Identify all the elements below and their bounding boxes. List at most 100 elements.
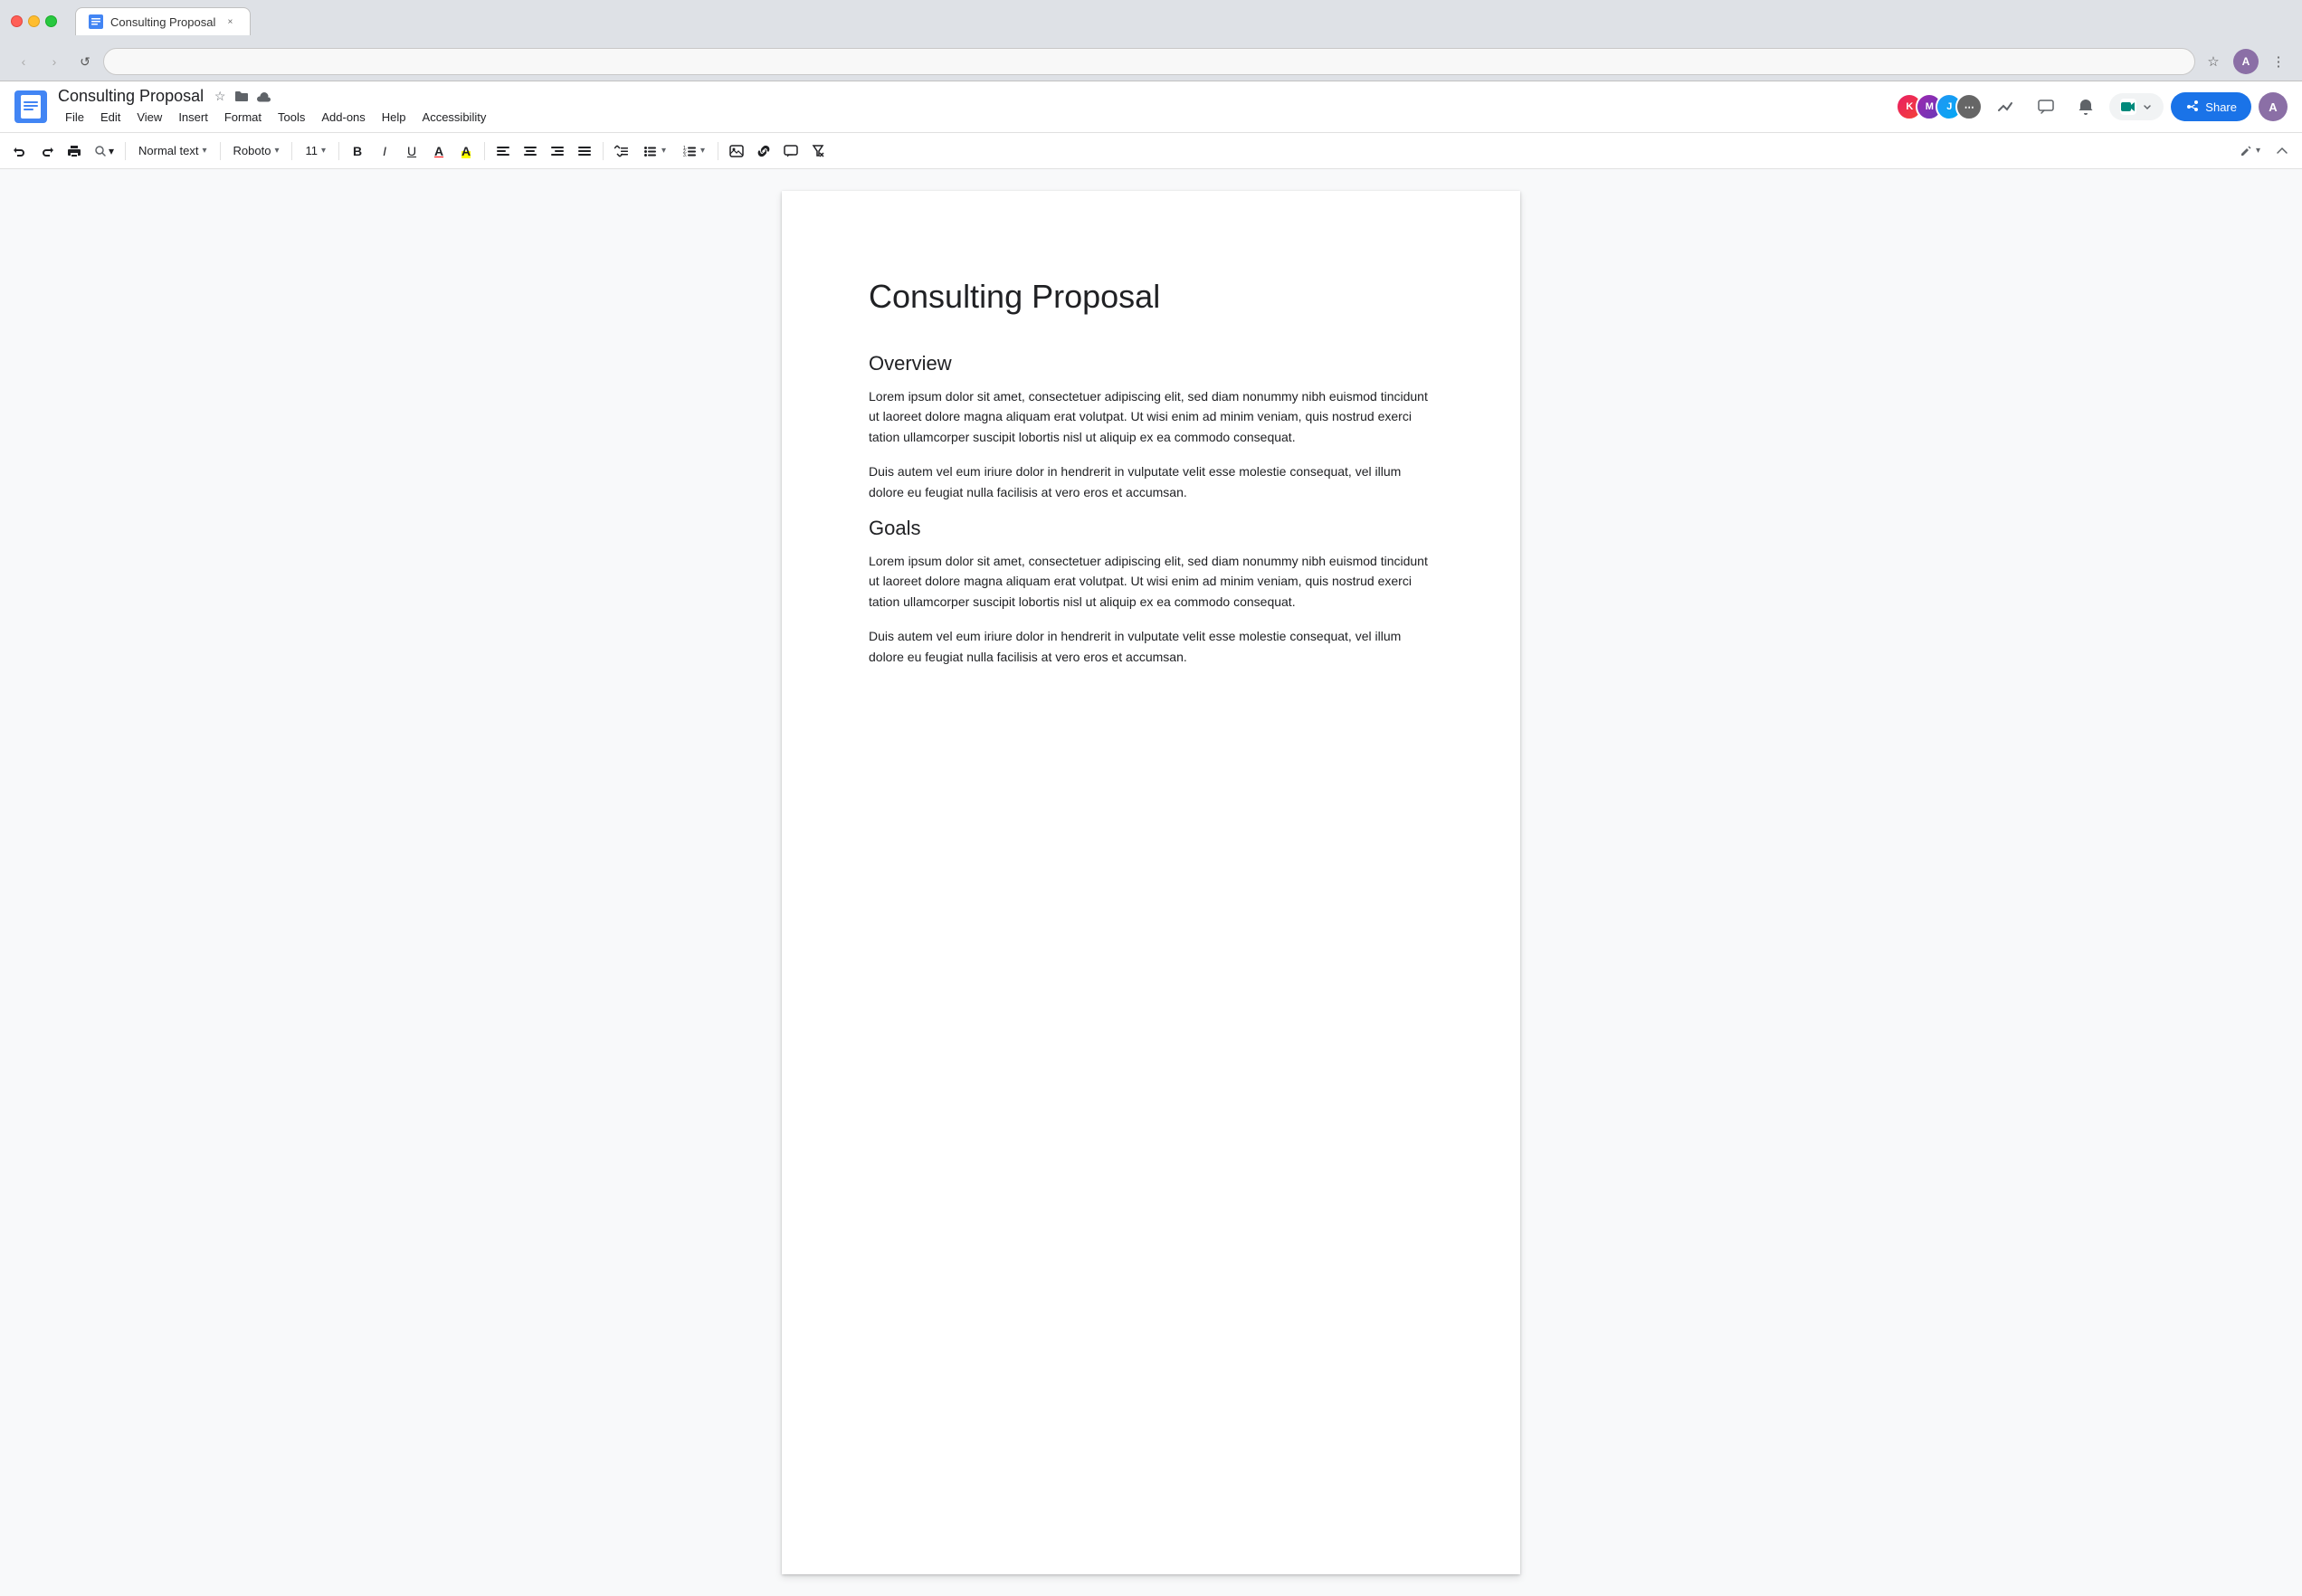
browser-chrome: Consulting Proposal × ‹ › ↺ ☆ A ⋮ bbox=[0, 0, 2302, 81]
browser-nav-right: ☆ A ⋮ bbox=[2201, 49, 2291, 74]
tab-close-button[interactable]: × bbox=[223, 14, 237, 29]
collaborator-avatar-4[interactable]: ⋯ bbox=[1955, 93, 1983, 120]
font-dropdown[interactable]: Roboto ▾ bbox=[226, 138, 287, 164]
analytics-button[interactable] bbox=[1990, 90, 2022, 123]
folder-icon[interactable] bbox=[233, 88, 251, 106]
zoom-control[interactable]: ▾ bbox=[89, 138, 119, 164]
cloud-icon[interactable] bbox=[254, 88, 272, 106]
toolbar-right: ▾ bbox=[2232, 138, 2295, 164]
share-button-label: Share bbox=[2205, 100, 2237, 114]
traffic-lights bbox=[11, 15, 57, 27]
insert-image-button[interactable] bbox=[724, 138, 749, 164]
text-style-arrow: ▾ bbox=[203, 146, 207, 156]
maximize-window-button[interactable] bbox=[45, 15, 57, 27]
docs-page[interactable]: Consulting Proposal Overview Lorem ipsum… bbox=[782, 191, 1520, 1574]
overview-paragraph-1: Lorem ipsum dolor sit amet, consectetuer… bbox=[869, 386, 1433, 447]
close-window-button[interactable] bbox=[11, 15, 23, 27]
align-right-button[interactable] bbox=[545, 138, 570, 164]
menu-edit[interactable]: Edit bbox=[93, 108, 128, 127]
menu-tools[interactable]: Tools bbox=[271, 108, 312, 127]
line-spacing-button[interactable] bbox=[609, 138, 634, 164]
menu-view[interactable]: View bbox=[129, 108, 169, 127]
menu-insert[interactable]: Insert bbox=[171, 108, 215, 127]
menu-format[interactable]: Format bbox=[217, 108, 269, 127]
redo-button[interactable] bbox=[34, 138, 60, 164]
print-button[interactable] bbox=[62, 138, 87, 164]
bullet-list-arrow: ▾ bbox=[661, 146, 666, 156]
docs-app: Consulting Proposal ☆ Fi bbox=[0, 81, 2302, 1596]
user-avatar[interactable]: A bbox=[2259, 92, 2288, 121]
toolbar-sep-1 bbox=[125, 142, 126, 160]
menu-accessibility[interactable]: Accessibility bbox=[415, 108, 494, 127]
toolbar-sep-5 bbox=[484, 142, 485, 160]
reload-button[interactable]: ↺ bbox=[72, 49, 98, 74]
docs-title-row: Consulting Proposal ☆ bbox=[58, 87, 1885, 106]
font-size-dropdown[interactable]: 11 ▾ bbox=[298, 138, 333, 164]
tab-title: Consulting Proposal bbox=[110, 15, 215, 29]
share-button[interactable]: Share bbox=[2171, 92, 2251, 121]
browser-more-button[interactable]: ⋮ bbox=[2266, 49, 2291, 74]
browser-profile-avatar[interactable]: A bbox=[2233, 49, 2259, 74]
editing-mode-dropdown[interactable]: ▾ bbox=[2232, 138, 2268, 164]
minimize-window-button[interactable] bbox=[28, 15, 40, 27]
editing-mode-arrow: ▾ bbox=[2256, 146, 2260, 156]
align-left-button[interactable] bbox=[490, 138, 516, 164]
svg-text:3.: 3. bbox=[683, 153, 687, 158]
section-heading-goals: Goals bbox=[869, 517, 1433, 540]
document-main-title: Consulting Proposal bbox=[869, 278, 1433, 316]
numbered-list-dropdown[interactable]: 1. 2. 3. ▾ bbox=[675, 138, 712, 164]
docs-header: Consulting Proposal ☆ Fi bbox=[0, 81, 2302, 133]
highlight-button[interactable]: A bbox=[453, 138, 479, 164]
font-label: Roboto bbox=[233, 144, 271, 157]
undo-button[interactable] bbox=[7, 138, 33, 164]
docs-menu: File Edit View Insert Format Tools Add-o… bbox=[58, 108, 1885, 127]
bookmark-button[interactable]: ☆ bbox=[2201, 49, 2226, 74]
docs-title-area: Consulting Proposal ☆ Fi bbox=[58, 87, 1885, 127]
font-size-label: 11 bbox=[305, 144, 318, 157]
insert-link-button[interactable] bbox=[751, 138, 776, 164]
menu-file[interactable]: File bbox=[58, 108, 91, 127]
docs-header-right: K M J ⋯ bbox=[1896, 90, 2288, 123]
browser-titlebar: Consulting Proposal × bbox=[0, 0, 2302, 43]
docs-app-icon[interactable] bbox=[14, 90, 47, 123]
tab-bar: Consulting Proposal × bbox=[75, 7, 2291, 35]
collaborator-avatars: K M J ⋯ bbox=[1896, 93, 1983, 120]
docs-sidebar-right bbox=[2266, 169, 2302, 1596]
menu-addons[interactable]: Add-ons bbox=[314, 108, 372, 127]
toolbar-sep-2 bbox=[220, 142, 221, 160]
docs-title-icons: ☆ bbox=[211, 88, 272, 106]
goals-paragraph-1: Lorem ipsum dolor sit amet, consectetuer… bbox=[869, 551, 1433, 612]
docs-content[interactable]: Consulting Proposal Overview Lorem ipsum… bbox=[36, 169, 2266, 1596]
expand-toolbar-button[interactable] bbox=[2269, 138, 2295, 164]
clear-formatting-button[interactable] bbox=[805, 138, 831, 164]
text-style-dropdown[interactable]: Normal text ▾ bbox=[131, 138, 214, 164]
section-heading-overview: Overview bbox=[869, 352, 1433, 375]
star-icon[interactable]: ☆ bbox=[211, 88, 229, 106]
text-color-button[interactable]: A bbox=[426, 138, 452, 164]
comments-button[interactable] bbox=[2030, 90, 2062, 123]
font-size-arrow: ▾ bbox=[321, 146, 326, 156]
document-title[interactable]: Consulting Proposal bbox=[58, 87, 204, 106]
toolbar-sep-6 bbox=[603, 142, 604, 160]
docs-body: Consulting Proposal Overview Lorem ipsum… bbox=[0, 169, 2302, 1596]
docs-toolbar: ▾ Normal text ▾ Roboto ▾ 11 ▾ B I U A A bbox=[0, 133, 2302, 169]
italic-button[interactable]: I bbox=[372, 138, 397, 164]
forward-button[interactable]: › bbox=[42, 49, 67, 74]
insert-comment-button[interactable] bbox=[778, 138, 804, 164]
bullet-list-dropdown[interactable]: ▾ bbox=[636, 138, 673, 164]
notifications-button[interactable] bbox=[2069, 90, 2102, 123]
align-justify-button[interactable] bbox=[572, 138, 597, 164]
underline-button[interactable]: U bbox=[399, 138, 424, 164]
back-button[interactable]: ‹ bbox=[11, 49, 36, 74]
align-center-button[interactable] bbox=[518, 138, 543, 164]
address-bar[interactable] bbox=[103, 48, 2195, 75]
menu-help[interactable]: Help bbox=[375, 108, 414, 127]
active-tab[interactable]: Consulting Proposal × bbox=[75, 7, 251, 35]
toolbar-sep-4 bbox=[338, 142, 339, 160]
browser-nav: ‹ › ↺ ☆ A ⋮ bbox=[0, 43, 2302, 81]
meet-button[interactable] bbox=[2109, 93, 2164, 120]
tab-favicon bbox=[89, 14, 103, 29]
text-style-label: Normal text bbox=[138, 144, 198, 157]
overview-paragraph-2: Duis autem vel eum iriure dolor in hendr… bbox=[869, 461, 1433, 502]
bold-button[interactable]: B bbox=[345, 138, 370, 164]
